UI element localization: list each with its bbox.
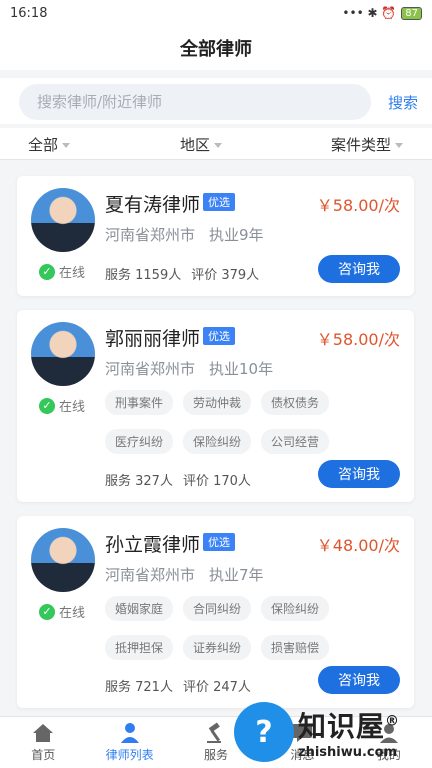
nav-lawyer-list-label: 律师列表 (105, 748, 154, 762)
search-row: 搜索 (0, 78, 432, 124)
check-icon: ✓ (39, 263, 55, 280)
watermark-text: 知识屋® zhishiwu.com (298, 705, 400, 760)
nav-service-label: 服务 (204, 748, 229, 762)
home-icon (31, 722, 55, 744)
lawyer-icon (118, 722, 142, 744)
consult-button[interactable]: 咨询我 (318, 255, 400, 283)
filter-region[interactable]: 地区 (180, 134, 223, 155)
service-count: 服务 327人 (105, 474, 173, 489)
caret-down-icon (62, 143, 71, 148)
lawyer-location: 河南省郑州市 (105, 566, 196, 584)
practice-tags: 刑事案件 劳动仲裁 债权债务 医疗纠纷 保险纠纷 公司经营 (105, 390, 405, 454)
lawyer-experience: 执业10年 (209, 360, 274, 378)
filter-case-type[interactable]: 案件类型 (331, 134, 404, 155)
practice-tag: 保险纠纷 (261, 596, 330, 621)
consult-price: ￥58.00/次 (316, 330, 400, 349)
avatar (31, 188, 95, 252)
practice-tag: 保险纠纷 (183, 429, 252, 454)
consult-price: ￥48.00/次 (316, 536, 400, 555)
nav-lawyer-list[interactable]: 律师列表 (86, 717, 172, 768)
lawyer-card[interactable]: 孙立霞律师 优选 ￥48.00/次 河南省郑州市 执业7年 ✓ 在线 婚姻家庭 合… (17, 516, 414, 708)
caret-down-icon (214, 143, 223, 148)
question-icon: ? (234, 702, 294, 762)
filter-region-label: 地区 (180, 136, 211, 154)
practice-tags: 婚姻家庭 合同纠纷 保险纠纷 抵押担保 证券纠纷 损害赔偿 (105, 596, 405, 660)
lawyer-stats: 服务 1159人 评价 379人 (105, 264, 259, 283)
gavel-icon (204, 722, 228, 744)
lawyer-card[interactable]: 夏有涛律师 优选 ￥58.00/次 河南省郑州市 执业9年 ✓ 在线 服务 115… (17, 176, 414, 296)
online-label: 在线 (59, 606, 86, 621)
lawyer-stats: 服务 327人 评价 170人 (105, 470, 251, 489)
practice-tag: 刑事案件 (105, 390, 174, 415)
filter-case-type-label: 案件类型 (331, 136, 392, 154)
lawyer-meta: 河南省郑州市 执业7年 (105, 564, 264, 585)
nav-home-label: 首页 (31, 748, 56, 762)
page-header: 全部律师 (0, 26, 432, 70)
consult-price: ￥58.00/次 (316, 196, 400, 215)
rating-count: 评价 379人 (191, 268, 260, 283)
online-label: 在线 (59, 400, 86, 415)
lawyer-name: 孙立霞律师 (105, 534, 201, 556)
practice-tag: 公司经营 (261, 429, 330, 454)
filter-bar: 全部 地区 案件类型 (0, 128, 432, 160)
online-status: ✓ 在线 (39, 396, 85, 415)
status-bar: 16:18 ••• ✱ ⏰ 87 (0, 0, 432, 26)
lawyer-stats: 服务 721人 评价 247人 (105, 676, 251, 695)
lawyer-meta: 河南省郑州市 执业9年 (105, 224, 264, 245)
online-status: ✓ 在线 (39, 262, 85, 281)
rating-count: 评价 170人 (182, 474, 251, 489)
avatar (31, 528, 95, 592)
check-icon: ✓ (39, 603, 55, 620)
check-icon: ✓ (39, 397, 55, 414)
rating-count: 评价 247人 (182, 680, 251, 695)
lawyer-meta: 河南省郑州市 执业10年 (105, 358, 273, 379)
search-input[interactable] (19, 84, 371, 120)
consult-button[interactable]: 咨询我 (318, 666, 400, 694)
featured-badge: 优选 (203, 327, 235, 345)
nav-home[interactable]: 首页 (0, 717, 86, 768)
avatar (31, 322, 95, 386)
search-button[interactable]: 搜索 (388, 92, 418, 113)
consult-button[interactable]: 咨询我 (318, 460, 400, 488)
service-count: 服务 721人 (105, 680, 173, 695)
lawyer-location: 河南省郑州市 (105, 226, 196, 244)
registered-mark: ® (385, 713, 401, 730)
filter-all[interactable]: 全部 (28, 134, 71, 155)
lawyer-card[interactable]: 郭丽丽律师 优选 ￥58.00/次 河南省郑州市 执业10年 ✓ 在线 刑事案件 … (17, 310, 414, 502)
lawyer-name: 郭丽丽律师 (105, 328, 201, 350)
watermark-url: zhishiwu.com (298, 744, 398, 760)
page-title: 全部律师 (180, 39, 252, 60)
featured-badge: 优选 (203, 533, 235, 551)
practice-tag: 债权债务 (261, 390, 330, 415)
lawyer-name: 夏有涛律师 (105, 194, 201, 216)
lawyer-location: 河南省郑州市 (105, 360, 196, 378)
filter-all-label: 全部 (28, 136, 59, 154)
watermark: ? 知识屋® zhishiwu.com (234, 702, 400, 762)
practice-tag: 婚姻家庭 (105, 596, 174, 621)
lawyer-experience: 执业7年 (209, 566, 264, 584)
status-time: 16:18 (10, 5, 48, 21)
practice-tag: 损害赔偿 (261, 635, 330, 660)
practice-tag: 劳动仲裁 (183, 390, 252, 415)
practice-tag: 证券纠纷 (183, 635, 252, 660)
status-icons: ••• ✱ ⏰ 87 (342, 6, 422, 20)
status-indicators: ••• ✱ ⏰ (342, 6, 397, 20)
online-label: 在线 (59, 266, 86, 281)
watermark-title: 知识屋 (298, 709, 386, 743)
featured-badge: 优选 (203, 193, 235, 211)
practice-tag: 抵押担保 (105, 635, 174, 660)
practice-tag: 医疗纠纷 (105, 429, 174, 454)
lawyer-experience: 执业9年 (209, 226, 264, 244)
practice-tag: 合同纠纷 (183, 596, 252, 621)
caret-down-icon (395, 143, 404, 148)
battery-icon: 87 (401, 6, 422, 20)
online-status: ✓ 在线 (39, 602, 85, 621)
service-count: 服务 1159人 (105, 268, 182, 283)
